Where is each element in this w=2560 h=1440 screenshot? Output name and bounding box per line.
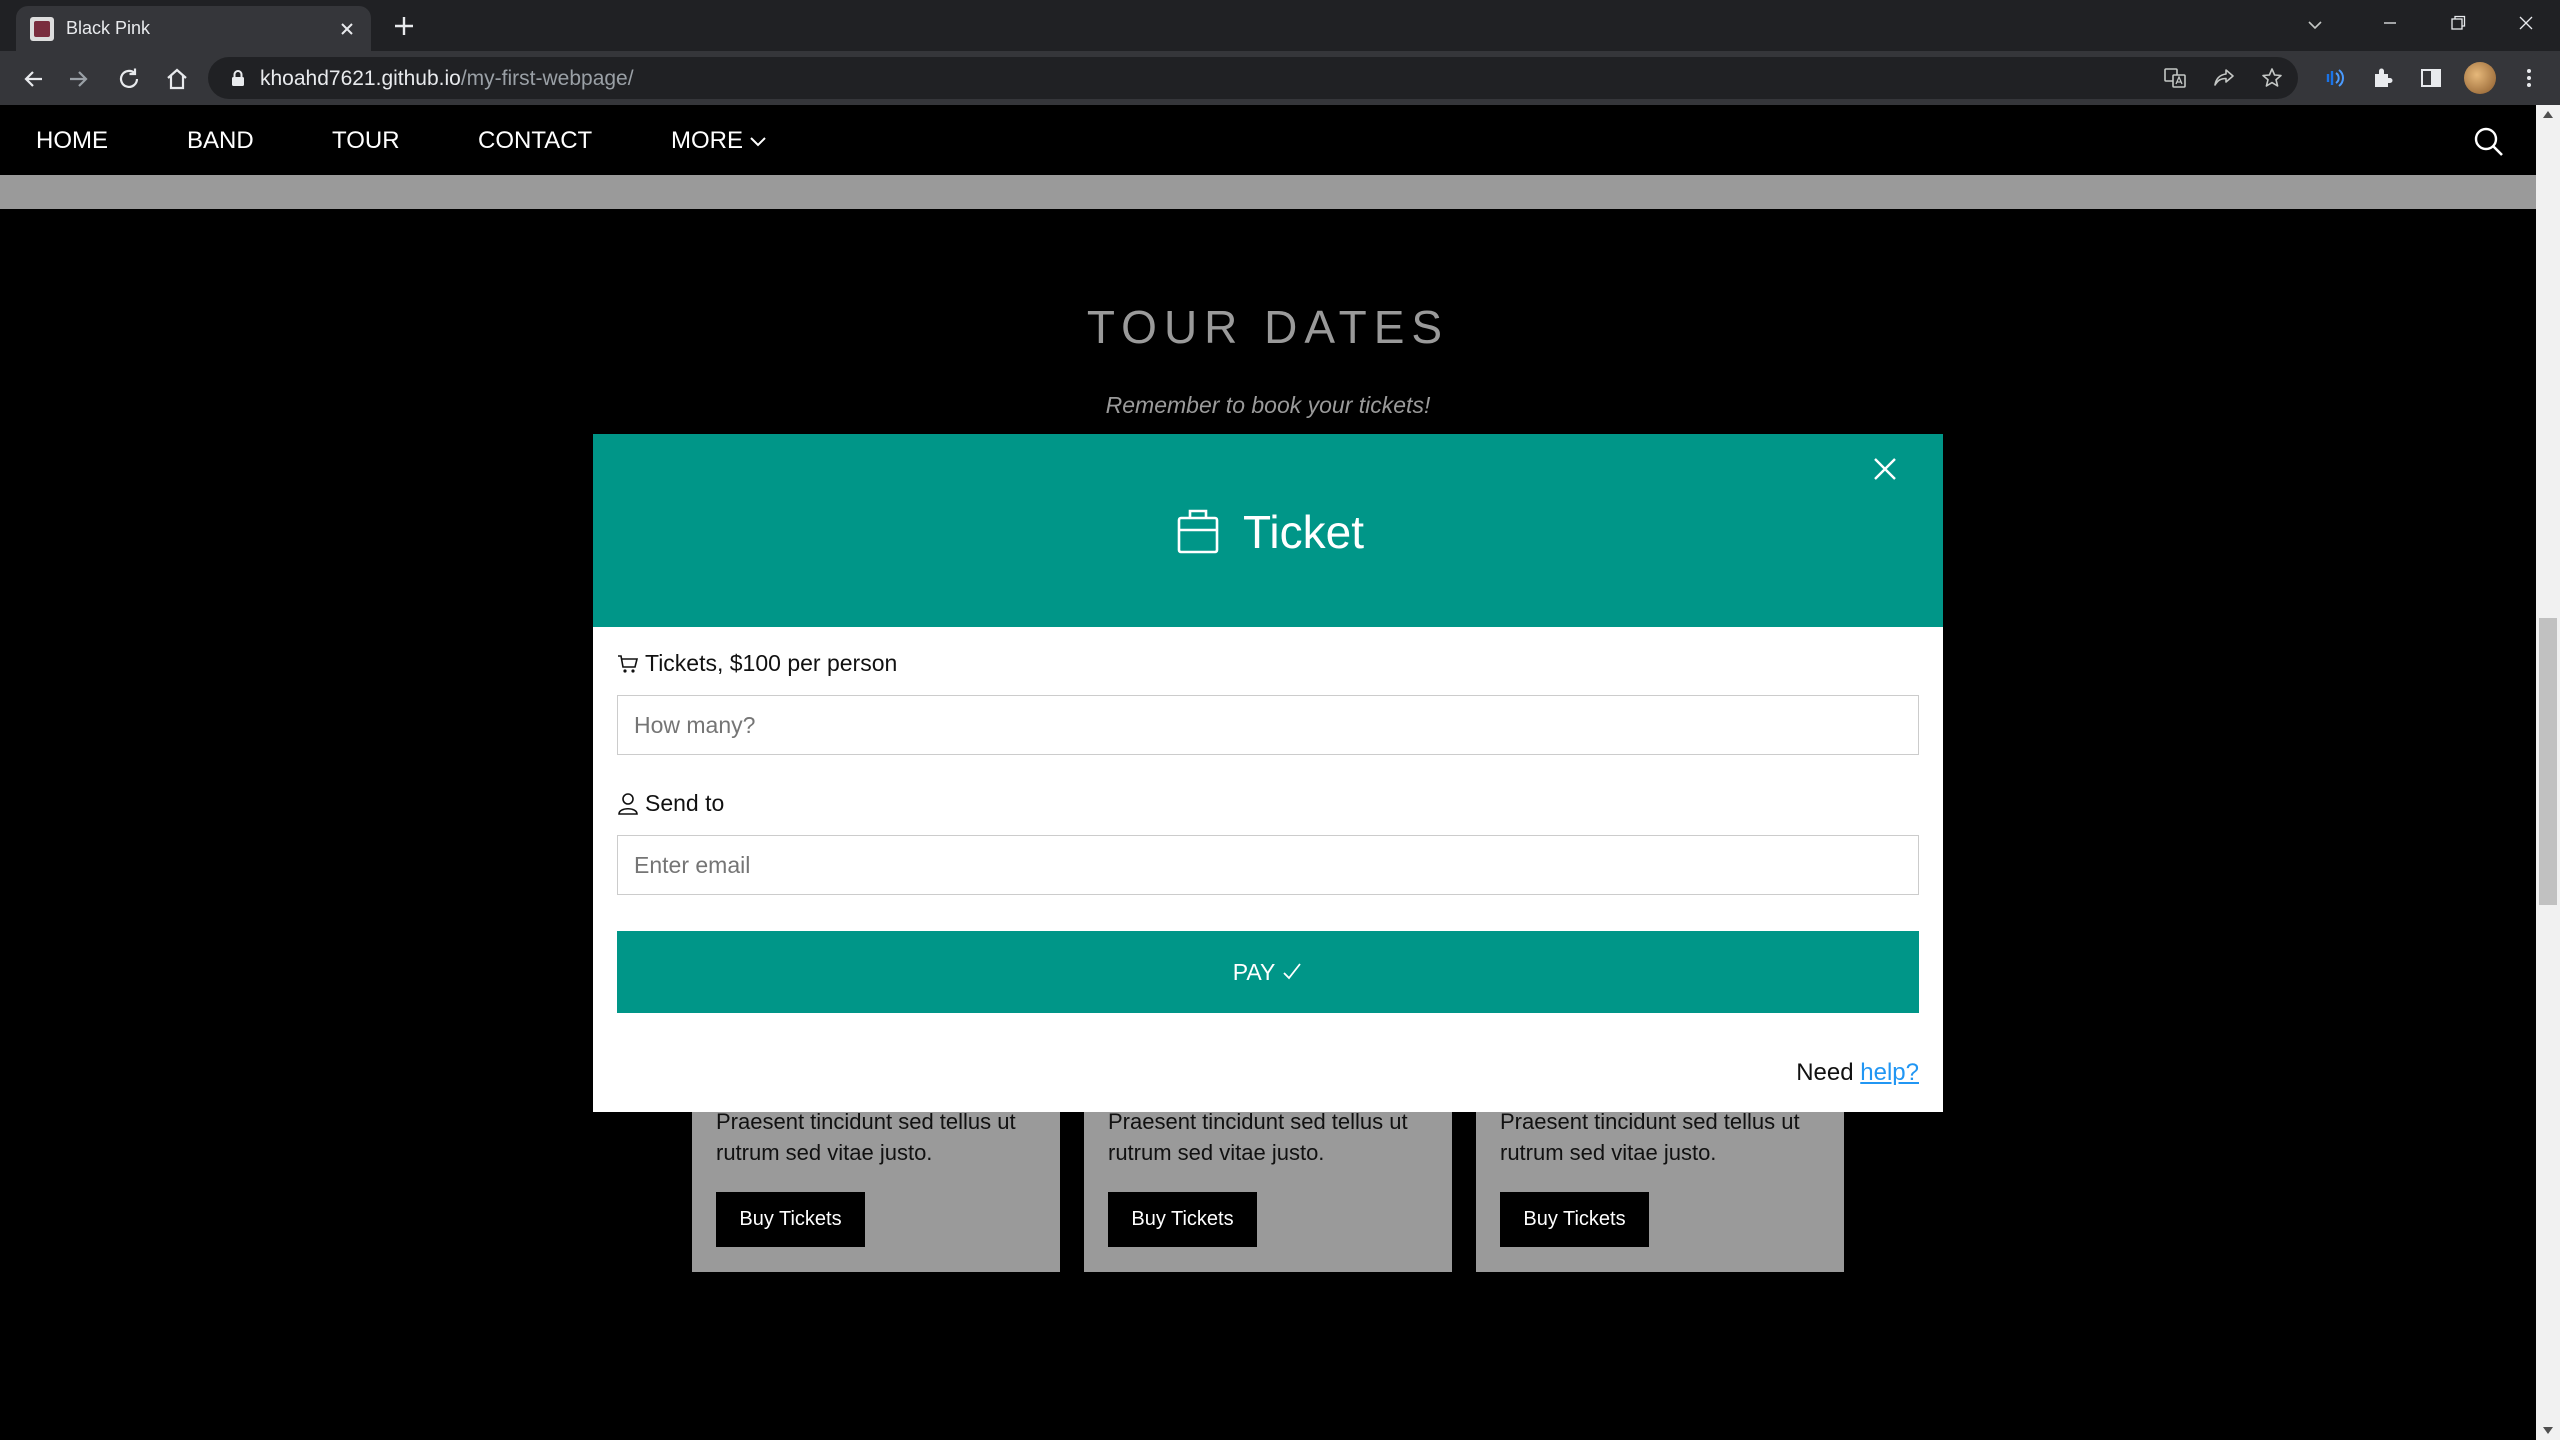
- page-scrollbar[interactable]: [2536, 105, 2560, 1440]
- scrollbar-thumb[interactable]: [2539, 618, 2557, 905]
- forward-icon[interactable]: [64, 64, 94, 94]
- tour-card-text: Praesent tincidunt sed tellus ut rutrum …: [1108, 1109, 1408, 1165]
- site-favicon-icon: [30, 17, 54, 41]
- tab-search-icon[interactable]: [2300, 10, 2330, 40]
- scroll-up-arrow-icon[interactable]: [2543, 111, 2553, 118]
- search-icon[interactable]: [2472, 125, 2506, 159]
- site-navbar: HOME BAND TOUR CONTACT MORE: [0, 105, 2536, 175]
- home-icon[interactable]: [162, 64, 192, 94]
- buy-tickets-button[interactable]: Buy Tickets: [716, 1192, 865, 1247]
- close-window-button[interactable]: [2492, 0, 2560, 45]
- url-text[interactable]: khoahd7621.github.io/my-first-webpage/: [260, 67, 634, 91]
- minimize-button[interactable]: [2356, 0, 2424, 45]
- page-subtitle: Remember to book your tickets!: [1105, 392, 1431, 418]
- tour-card: Praesent tincidunt sed tellus ut rutrum …: [692, 1090, 1060, 1272]
- address-bar[interactable]: khoahd7621.github.io/my-first-webpage/: [208, 57, 2298, 99]
- help-link[interactable]: help?: [1860, 1059, 1919, 1086]
- profile-avatar[interactable]: [2464, 62, 2496, 94]
- nav-more[interactable]: MORE: [671, 129, 743, 153]
- tickets-quantity-input[interactable]: [617, 695, 1919, 755]
- tab-title: Black Pink: [66, 18, 151, 38]
- help-text: Need help?: [1796, 1059, 1919, 1086]
- lock-icon[interactable]: [228, 68, 248, 88]
- tour-card: Praesent tincidunt sed tellus ut rutrum …: [1476, 1090, 1844, 1272]
- share-icon[interactable]: [2212, 66, 2236, 90]
- browser-tab[interactable]: Black Pink: [16, 6, 371, 51]
- check-icon: [1283, 963, 1302, 980]
- tour-card-text: Praesent tincidunt sed tellus ut rutrum …: [716, 1109, 1016, 1165]
- translate-icon[interactable]: [2163, 66, 2187, 90]
- section-divider: [0, 175, 2536, 209]
- pay-button[interactable]: PAY: [617, 931, 1919, 1013]
- read-aloud-icon[interactable]: [2322, 65, 2348, 91]
- new-tab-button[interactable]: [390, 12, 418, 40]
- chevron-down-icon[interactable]: [748, 131, 768, 151]
- cart-icon: [618, 654, 639, 673]
- page-title: TOUR DATES: [1086, 301, 1450, 353]
- tab-close-icon[interactable]: [335, 17, 359, 41]
- tour-card-text: Praesent tincidunt sed tellus ut rutrum …: [1500, 1109, 1800, 1165]
- ticket-modal: Ticket Tickets, $100 per person Send to …: [593, 434, 1943, 1112]
- buy-tickets-button[interactable]: Buy Tickets: [1500, 1192, 1649, 1247]
- send-to-label: Send to: [617, 790, 724, 817]
- modal-title: Ticket: [1243, 506, 1364, 558]
- browser-tab-strip: Black Pink: [0, 0, 2560, 51]
- suitcase-icon: [1176, 506, 1220, 556]
- modal-header: Ticket: [593, 434, 1943, 627]
- nav-band[interactable]: BAND: [187, 129, 254, 153]
- bookmark-star-icon[interactable]: [2260, 66, 2284, 90]
- back-icon[interactable]: [18, 64, 48, 94]
- pay-button-label: PAY: [1232, 958, 1276, 985]
- user-icon: [618, 792, 638, 815]
- reload-icon[interactable]: [114, 64, 144, 94]
- email-input[interactable]: [617, 835, 1919, 895]
- scroll-down-arrow-icon[interactable]: [2543, 1427, 2553, 1434]
- chrome-menu-icon[interactable]: [2516, 65, 2542, 91]
- nav-home[interactable]: HOME: [36, 129, 108, 153]
- browser-toolbar: khoahd7621.github.io/my-first-webpage/: [0, 51, 2560, 105]
- buy-tickets-button[interactable]: Buy Tickets: [1108, 1192, 1257, 1247]
- restore-button[interactable]: [2424, 0, 2492, 45]
- extensions-icon[interactable]: [2370, 65, 2396, 91]
- nav-tour[interactable]: TOUR: [332, 129, 400, 153]
- side-panel-icon[interactable]: [2418, 65, 2444, 91]
- tickets-label: Tickets, $100 per person: [617, 650, 897, 677]
- close-icon[interactable]: [1871, 455, 1899, 483]
- nav-contact[interactable]: CONTACT: [478, 129, 592, 153]
- tour-card: Praesent tincidunt sed tellus ut rutrum …: [1084, 1090, 1452, 1272]
